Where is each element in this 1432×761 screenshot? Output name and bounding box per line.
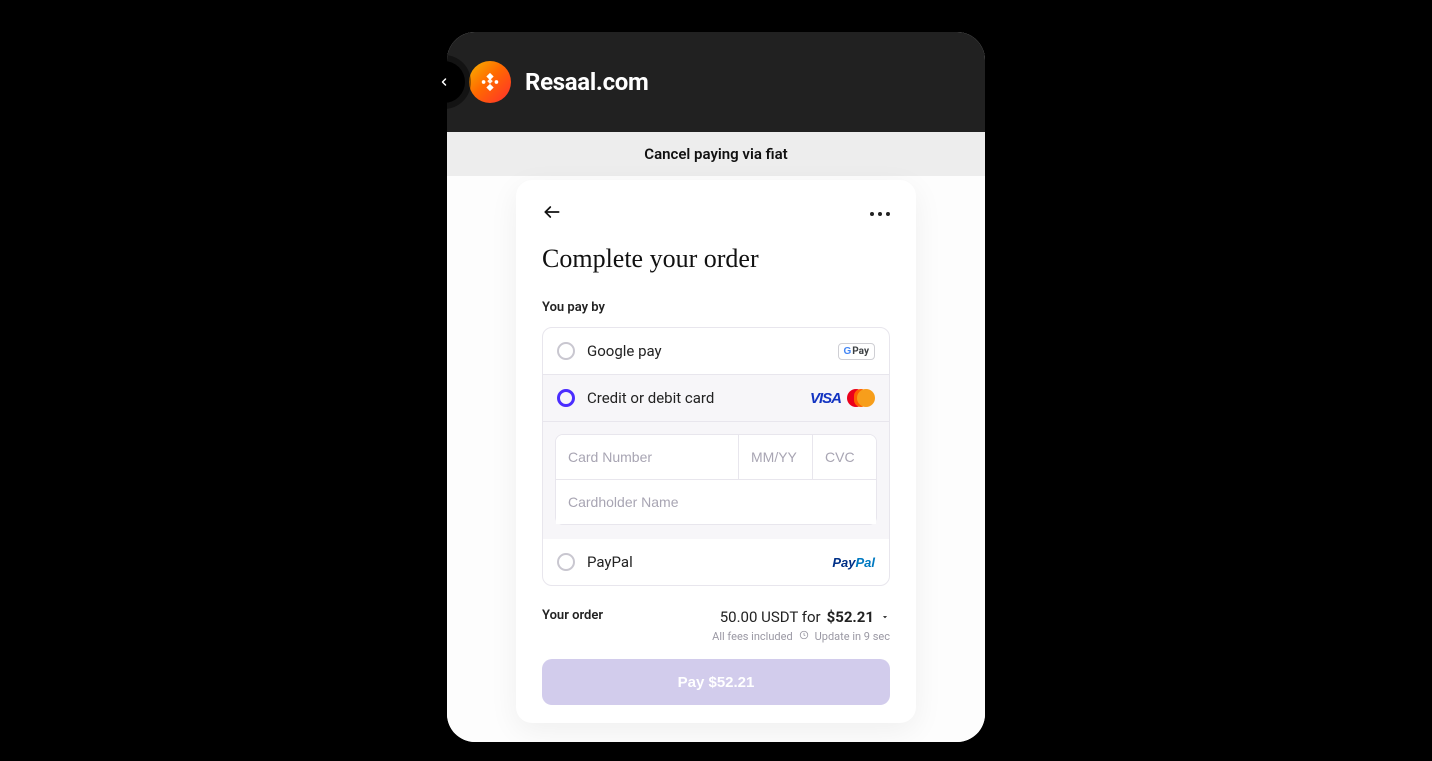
radio-icon (557, 342, 575, 360)
pay-by-label: You pay by (542, 300, 890, 315)
method-paypal[interactable]: PayPal PayPal (543, 539, 889, 585)
mastercard-icon (847, 389, 875, 407)
method-credit-card[interactable]: Credit or debit card VISA (543, 374, 889, 421)
paypal-icon: PayPal (832, 555, 875, 570)
app-header: Resaal.com (447, 32, 985, 132)
brand-name: Resaal.com (525, 68, 649, 96)
method-label: Credit or debit card (587, 389, 798, 407)
radio-selected-icon (557, 389, 575, 407)
method-label: PayPal (587, 553, 820, 571)
your-order-label: Your order (542, 608, 603, 623)
cvc-input[interactable] (813, 435, 876, 479)
chevron-down-icon (880, 608, 890, 626)
back-icon[interactable] (542, 202, 562, 226)
cancel-paying-bar[interactable]: Cancel paying via fiat (447, 132, 985, 176)
checkout-card: Complete your order You pay by Google pa… (516, 180, 916, 723)
page-title: Complete your order (542, 244, 890, 274)
more-icon[interactable] (870, 212, 890, 216)
pay-button[interactable]: Pay $52.21 (542, 659, 890, 705)
method-google-pay[interactable]: Google pay GPay (543, 328, 889, 374)
order-price: $52.21 (827, 608, 874, 626)
card-brand-logos: VISA (810, 389, 875, 407)
cancel-paying-label: Cancel paying via fiat (644, 145, 787, 163)
order-amount-text: 50.00 USDT for (720, 608, 821, 626)
credit-card-form (543, 421, 889, 539)
app-window: Resaal.com Cancel paying via fiat Comple… (447, 32, 985, 742)
window-back-button[interactable] (423, 61, 465, 103)
brand-logo-icon (469, 61, 511, 103)
chevron-left-icon (438, 76, 450, 88)
visa-icon: VISA (810, 390, 841, 407)
cardholder-name-input[interactable] (556, 480, 876, 524)
clock-icon (799, 630, 809, 643)
payment-methods: Google pay GPay Credit or debit card VIS… (542, 327, 890, 586)
card-area: Complete your order You pay by Google pa… (447, 176, 985, 742)
update-countdown-text: Update in 9 sec (815, 630, 890, 643)
radio-icon (557, 553, 575, 571)
pay-button-label: Pay $52.21 (678, 674, 755, 691)
expiry-input[interactable] (739, 435, 812, 479)
gpay-badge-icon: GPay (838, 343, 876, 360)
card-number-input[interactable] (556, 435, 738, 479)
method-label: Google pay (587, 342, 826, 360)
order-amount-toggle[interactable]: 50.00 USDT for $52.21 (712, 608, 890, 626)
fees-included-text: All fees included (712, 630, 793, 643)
